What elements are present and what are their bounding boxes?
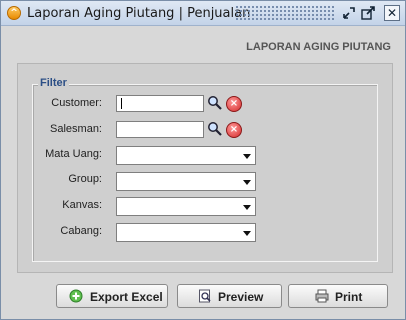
chevron-down-icon [243,180,251,185]
filter-panel: Filter Customer: × Salesman: × Mata Uang… [17,63,393,273]
customer-search-icon[interactable] [207,95,223,111]
salesman-search-icon[interactable] [207,121,223,137]
mata-uang-label: Mata Uang: [45,148,102,160]
app-logo-icon: ^ [7,6,21,20]
maximize-icon[interactable] [360,5,376,21]
chevron-down-icon [243,154,251,159]
mata-uang-select[interactable] [116,146,256,165]
close-icon[interactable]: ✕ [384,5,400,21]
report-window: ^ Laporan Aging Piutang | Penjualan ✕ LA… [0,0,406,320]
group-label: Group: [68,173,102,185]
chevron-down-icon [243,231,251,236]
filter-legend: Filter [38,77,69,89]
cabang-label: Cabang: [60,225,102,237]
cabang-select[interactable] [116,223,256,242]
export-excel-button[interactable]: Export Excel [56,284,168,308]
kanvas-label: Kanvas: [62,199,102,211]
kanvas-select[interactable] [116,197,256,216]
salesman-clear-icon[interactable]: × [226,122,242,138]
window-title: Laporan Aging Piutang | Penjualan [27,6,251,21]
group-select[interactable] [116,172,256,191]
printer-icon [315,289,329,303]
preview-button[interactable]: Preview [177,284,282,308]
text-caret [121,98,122,109]
salesman-label: Salesman: [50,123,102,135]
customer-clear-icon[interactable]: × [226,96,242,112]
chevron-down-icon [243,205,251,210]
print-label: Print [335,290,363,304]
preview-icon [199,289,211,303]
salesman-input[interactable] [116,121,204,138]
excel-add-icon [69,289,83,303]
preview-label: Preview [218,290,264,304]
export-excel-label: Export Excel [90,290,163,304]
title-bar[interactable]: ^ Laporan Aging Piutang | Penjualan ✕ [1,1,405,26]
customer-label: Customer: [51,97,102,109]
title-grip [235,5,335,21]
print-button[interactable]: Print [288,284,388,308]
customer-input[interactable] [116,95,204,112]
report-title: LAPORAN AGING PIUTANG [246,41,391,53]
restore-icon[interactable] [341,5,357,21]
